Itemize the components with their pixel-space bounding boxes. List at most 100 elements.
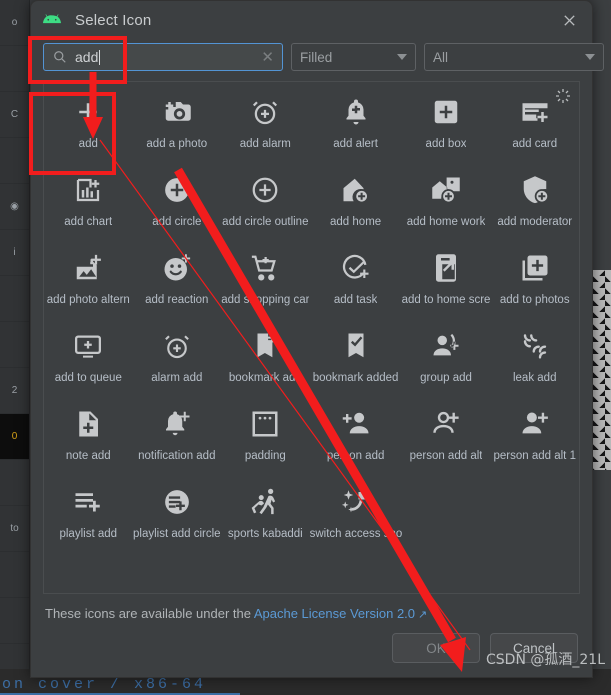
plus-icon: [68, 92, 108, 132]
ide-bottom-text: on cover / x86-64: [2, 676, 207, 693]
icon-cell[interactable]: add shopping car: [221, 242, 310, 320]
icon-label: switch access sho: [309, 528, 402, 540]
icon-cell[interactable]: add task: [310, 242, 402, 320]
icon-label: note add: [65, 450, 111, 462]
external-link-icon: ↗: [418, 609, 428, 621]
icon-label: person add: [326, 450, 385, 462]
notification-plus-icon: [157, 404, 197, 444]
check-circle-plus-icon: [336, 248, 376, 288]
search-input[interactable]: add ✕: [43, 43, 283, 71]
icon-cell[interactable]: add alert: [310, 86, 402, 164]
icon-cell[interactable]: alarm add: [133, 320, 222, 398]
icon-label: add moderator: [497, 216, 573, 228]
icon-cell[interactable]: sports kabaddi: [221, 476, 310, 554]
leak-waves-icon: [515, 326, 555, 366]
dialog-titlebar: Select Icon: [31, 1, 592, 39]
icon-label: bookmark add: [228, 372, 302, 384]
icon-label: add home: [330, 216, 382, 228]
icon-cell[interactable]: add circle outline: [221, 164, 310, 242]
icon-cell[interactable]: add chart: [44, 164, 133, 242]
clear-icon[interactable]: ✕: [261, 48, 276, 66]
category-dropdown[interactable]: All: [424, 43, 604, 71]
playlist-plus-icon: [68, 482, 108, 522]
icon-label: add to queue: [54, 372, 122, 384]
close-icon[interactable]: [556, 7, 582, 33]
gutter-row: 2: [0, 368, 29, 414]
dialog-title: Select Icon: [75, 11, 152, 29]
icon-cell[interactable]: add to home scre: [401, 242, 491, 320]
icon-cell[interactable]: group add: [402, 320, 491, 398]
icon-label: add to home scre: [401, 294, 491, 306]
icon-cell[interactable]: playlist add circle: [133, 476, 222, 554]
apache-license-link[interactable]: Apache License Version 2.0: [254, 606, 415, 621]
icon-label: bookmark added: [312, 372, 399, 384]
icon-label: leak add: [512, 372, 557, 384]
face-plus-icon: [157, 248, 197, 288]
phone-arrow-icon: [426, 248, 466, 288]
tv-plus-icon: [68, 326, 108, 366]
text-caret: [99, 49, 101, 65]
icon-label: padding: [244, 450, 286, 462]
search-value: add: [75, 49, 99, 65]
ok-button[interactable]: OK: [392, 633, 480, 663]
gutter-row: [0, 552, 29, 598]
icon-label: add alert: [333, 138, 378, 150]
icon-label: playlist add: [59, 528, 118, 540]
icon-cell[interactable]: add to queue: [44, 320, 133, 398]
gutter-row: [0, 138, 29, 184]
icon-cell[interactable]: add to photos: [490, 242, 579, 320]
select-icon-dialog: Select Icon add ✕ Filled All add add a ph…: [30, 0, 604, 678]
camera-plus-icon: [157, 92, 197, 132]
icon-cell[interactable]: add home work: [402, 164, 491, 242]
icon-cell[interactable]: person add alt: [402, 398, 491, 476]
gutter-row: C: [0, 92, 29, 138]
icon-cell[interactable]: person add alt 1: [490, 398, 579, 476]
icon-label: person add alt: [409, 450, 483, 462]
person-plus-left-icon: [336, 404, 376, 444]
gutter-row: [0, 460, 29, 506]
gutter-row: i: [0, 230, 29, 276]
icon-grid: add add a photo add alarm add alert add box a…: [44, 82, 579, 554]
icon-label: group add: [420, 372, 472, 384]
icon-cell[interactable]: add circle: [133, 164, 222, 242]
icon-cell[interactable]: add moderator: [490, 164, 579, 242]
spinner-icon: [556, 89, 570, 103]
icon-label: add chart: [64, 216, 113, 228]
icon-cell[interactable]: bookmark added: [310, 320, 402, 398]
icon-cell[interactable]: bookmark add: [221, 320, 310, 398]
home-work-plus-icon: [426, 170, 466, 210]
icon-cell[interactable]: playlist add: [44, 476, 133, 554]
icon-cell[interactable]: add: [44, 86, 133, 164]
chevron-down-icon: [585, 54, 595, 60]
style-dropdown[interactable]: Filled: [291, 43, 416, 71]
icon-cell[interactable]: notification add: [133, 398, 222, 476]
square-plus-icon: [426, 92, 466, 132]
icon-cell[interactable]: leak add: [490, 320, 579, 398]
circle-plus-filled-icon: [157, 170, 197, 210]
icon-cell[interactable]: add box: [402, 86, 491, 164]
icon-cell[interactable]: person add: [310, 398, 402, 476]
gutter-row-selected: 0: [0, 414, 29, 460]
chart-plus-icon: [68, 170, 108, 210]
icon-label: add alarm: [239, 138, 291, 150]
alarm-plus-icon: [245, 92, 285, 132]
icon-cell[interactable]: add photo altern: [44, 242, 133, 320]
icon-cell[interactable]: switch access sho: [310, 476, 402, 554]
icon-cell[interactable]: add alarm: [221, 86, 310, 164]
stacked-plus-icon: [515, 248, 555, 288]
gutter-row: [0, 322, 29, 368]
style-dropdown-value: Filled: [300, 49, 333, 65]
person-plus-outline-icon: [426, 404, 466, 444]
icon-cell[interactable]: add home: [310, 164, 402, 242]
gutter-row: [0, 276, 29, 322]
license-prefix: These icons are available under the: [45, 606, 254, 621]
icon-cell[interactable]: add reaction: [133, 242, 222, 320]
icon-label: add circle outline: [222, 216, 309, 228]
note-plus-icon: [68, 404, 108, 444]
gutter-row: [0, 598, 29, 644]
card-plus-icon: [515, 92, 555, 132]
icon-cell[interactable]: padding: [221, 398, 310, 476]
icon-label: sports kabaddi: [227, 528, 303, 540]
icon-cell[interactable]: note add: [44, 398, 133, 476]
icon-cell[interactable]: add a photo: [133, 86, 222, 164]
